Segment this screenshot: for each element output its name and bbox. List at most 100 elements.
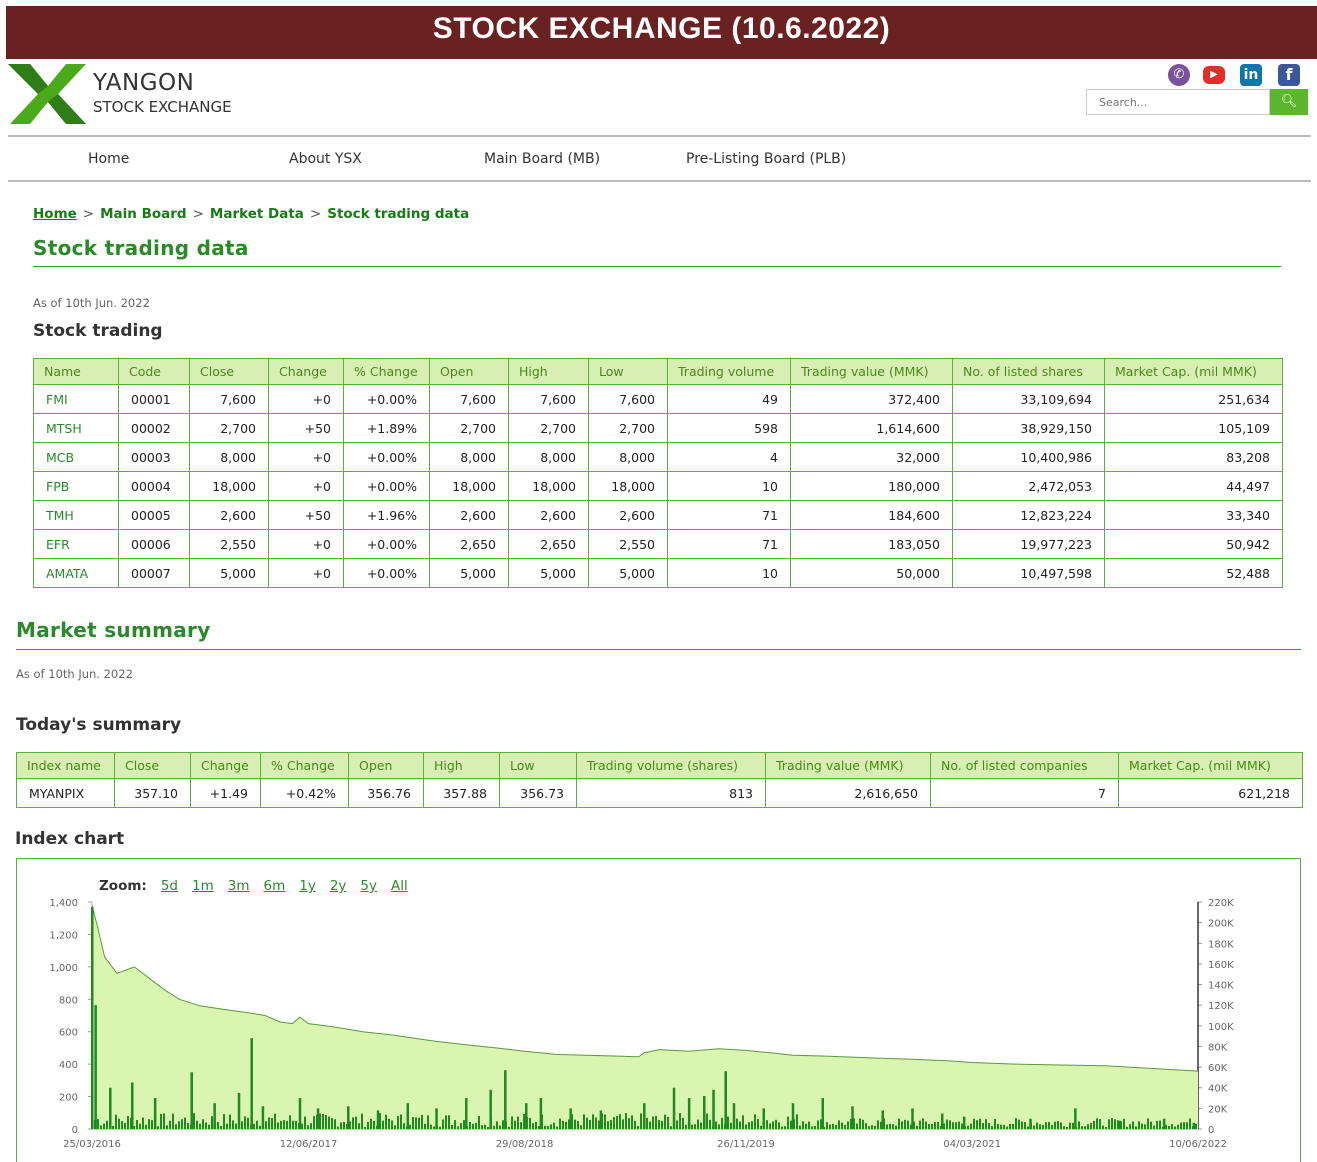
column-header[interactable]: Market Cap. (mil MMK) <box>1118 752 1303 779</box>
table-cell: 2,700 <box>508 413 589 443</box>
stock-name-link[interactable]: AMATA <box>33 558 119 588</box>
column-header[interactable]: No. of listed companies <box>930 752 1119 779</box>
volume-bar <box>172 1113 174 1129</box>
volume-bar <box>424 1123 426 1129</box>
stock-name-link[interactable]: EFR <box>33 529 119 559</box>
volume-bar <box>757 1119 759 1129</box>
volume-bar <box>730 1122 732 1129</box>
column-header[interactable]: No. of listed shares <box>952 358 1105 385</box>
volume-bar <box>1108 1119 1110 1129</box>
stock-name-link[interactable]: MTSH <box>33 413 119 443</box>
volume-bar <box>880 1121 882 1129</box>
volume-bar <box>913 1121 915 1129</box>
ysx-logo[interactable] <box>8 62 88 126</box>
table-cell: 2,650 <box>429 529 509 559</box>
facebook-icon[interactable]: f <box>1278 64 1300 86</box>
volume-bar <box>367 1121 369 1129</box>
table-cell: 8,000 <box>588 442 668 472</box>
volume-bar <box>667 1116 669 1129</box>
volume-bar <box>166 1125 168 1129</box>
column-header[interactable]: Market Cap. (mil MMK) <box>1104 358 1283 385</box>
volume-bar <box>676 1120 678 1129</box>
column-header[interactable]: Low <box>588 358 668 385</box>
column-header[interactable]: Trading value (MMK) <box>790 358 953 385</box>
volume-bar <box>1162 1126 1164 1129</box>
column-header[interactable]: Close <box>114 752 191 779</box>
column-header[interactable]: High <box>423 752 500 779</box>
nav-home[interactable]: Home <box>88 151 129 167</box>
column-header[interactable]: Low <box>499 752 577 779</box>
volume-bar <box>1195 1123 1197 1129</box>
volume-bar <box>538 1125 540 1129</box>
volume-bar <box>736 1118 738 1129</box>
nav-about-ysx[interactable]: About YSX <box>289 151 362 167</box>
stock-row: AMATA 00007 5,000 +0 +0.00% 5,000 5,000 5,000 10… <box>33 558 1283 588</box>
volume-bar <box>850 1119 852 1129</box>
column-header[interactable]: Code <box>118 358 190 385</box>
volume-bar <box>1042 1124 1044 1129</box>
search-button[interactable]: 🔍︎ <box>1270 89 1308 115</box>
volume-bar <box>856 1123 858 1129</box>
volume-bar <box>261 1106 265 1129</box>
volume-bar <box>634 1120 636 1129</box>
youtube-icon[interactable]: ▶ <box>1203 66 1225 84</box>
table-cell: 33,109,694 <box>952 384 1105 414</box>
volume-bar <box>541 1114 543 1129</box>
table-cell: 2,600 <box>508 500 589 530</box>
volume-bar <box>556 1126 558 1129</box>
stock-name-link[interactable]: FMI <box>33 384 119 414</box>
volume-bar <box>853 1118 855 1129</box>
volume-bar <box>163 1113 165 1129</box>
volume-bar <box>649 1121 651 1129</box>
column-header[interactable]: Change <box>190 752 261 779</box>
breadcrumb-home[interactable]: Home <box>33 206 77 222</box>
volume-bar <box>532 1123 534 1129</box>
volume-bar <box>1186 1122 1188 1129</box>
nav-main-board[interactable]: Main Board (MB) <box>484 151 600 167</box>
column-header[interactable]: Close <box>189 358 269 385</box>
volume-bar <box>331 1118 333 1129</box>
volume-bar <box>208 1124 210 1129</box>
volume-bar <box>1093 1120 1095 1129</box>
search-input[interactable] <box>1086 89 1270 115</box>
index-chart[interactable]: 0 200 400 600 800 1,000 1,200 1,400 0 20K 40K 60K 80… <box>16 890 1300 1162</box>
volume-bar <box>373 1120 375 1129</box>
stock-row: FMI 00001 7,600 +0 +0.00% 7,600 7,600 7,600 49 37… <box>33 384 1283 414</box>
volume-bar <box>1132 1121 1134 1129</box>
volume-bar <box>991 1126 993 1129</box>
column-header[interactable]: Name <box>33 358 119 385</box>
linkedin-icon[interactable]: in <box>1240 64 1262 86</box>
column-header[interactable]: Trading value (MMK) <box>765 752 931 779</box>
table-cell: +50 <box>268 500 344 530</box>
column-header[interactable]: Change <box>268 358 344 385</box>
column-header[interactable]: Trading volume (shares) <box>576 752 766 779</box>
stock-name-link[interactable]: MCB <box>33 442 119 472</box>
column-header[interactable]: Trading volume <box>667 358 791 385</box>
volume-bar <box>697 1119 699 1129</box>
stock-name-link[interactable]: TMH <box>33 500 119 530</box>
column-header[interactable]: Index name <box>16 752 115 779</box>
volume-bar <box>1129 1124 1131 1129</box>
breadcrumb-market-data[interactable]: Market Data <box>210 206 304 222</box>
column-header[interactable]: Open <box>348 752 424 779</box>
breadcrumb-main-board[interactable]: Main Board <box>100 206 186 222</box>
column-header[interactable]: High <box>508 358 589 385</box>
volume-bar <box>496 1121 498 1129</box>
volume-bar <box>592 1114 594 1129</box>
volume-bar <box>631 1115 633 1129</box>
volume-bar <box>244 1116 246 1129</box>
column-header[interactable]: Open <box>429 358 509 385</box>
stock-name-link[interactable]: FPB <box>33 471 119 501</box>
nav-pre-listing-board[interactable]: Pre-Listing Board (PLB) <box>686 151 846 167</box>
volume-bar <box>1039 1124 1041 1129</box>
column-header[interactable]: % Change <box>260 752 349 779</box>
market-as-of: As of 10th Jun. 2022 <box>16 667 133 681</box>
volume-bar <box>652 1116 654 1129</box>
volume-bar <box>142 1117 144 1129</box>
viber-icon[interactable]: ✆ <box>1168 64 1190 86</box>
volume-bar <box>1150 1121 1152 1129</box>
volume-bar <box>319 1113 321 1129</box>
table-cell: 105,109 <box>1104 413 1283 443</box>
column-header[interactable]: % Change <box>343 358 430 385</box>
volume-bar <box>304 1116 306 1129</box>
